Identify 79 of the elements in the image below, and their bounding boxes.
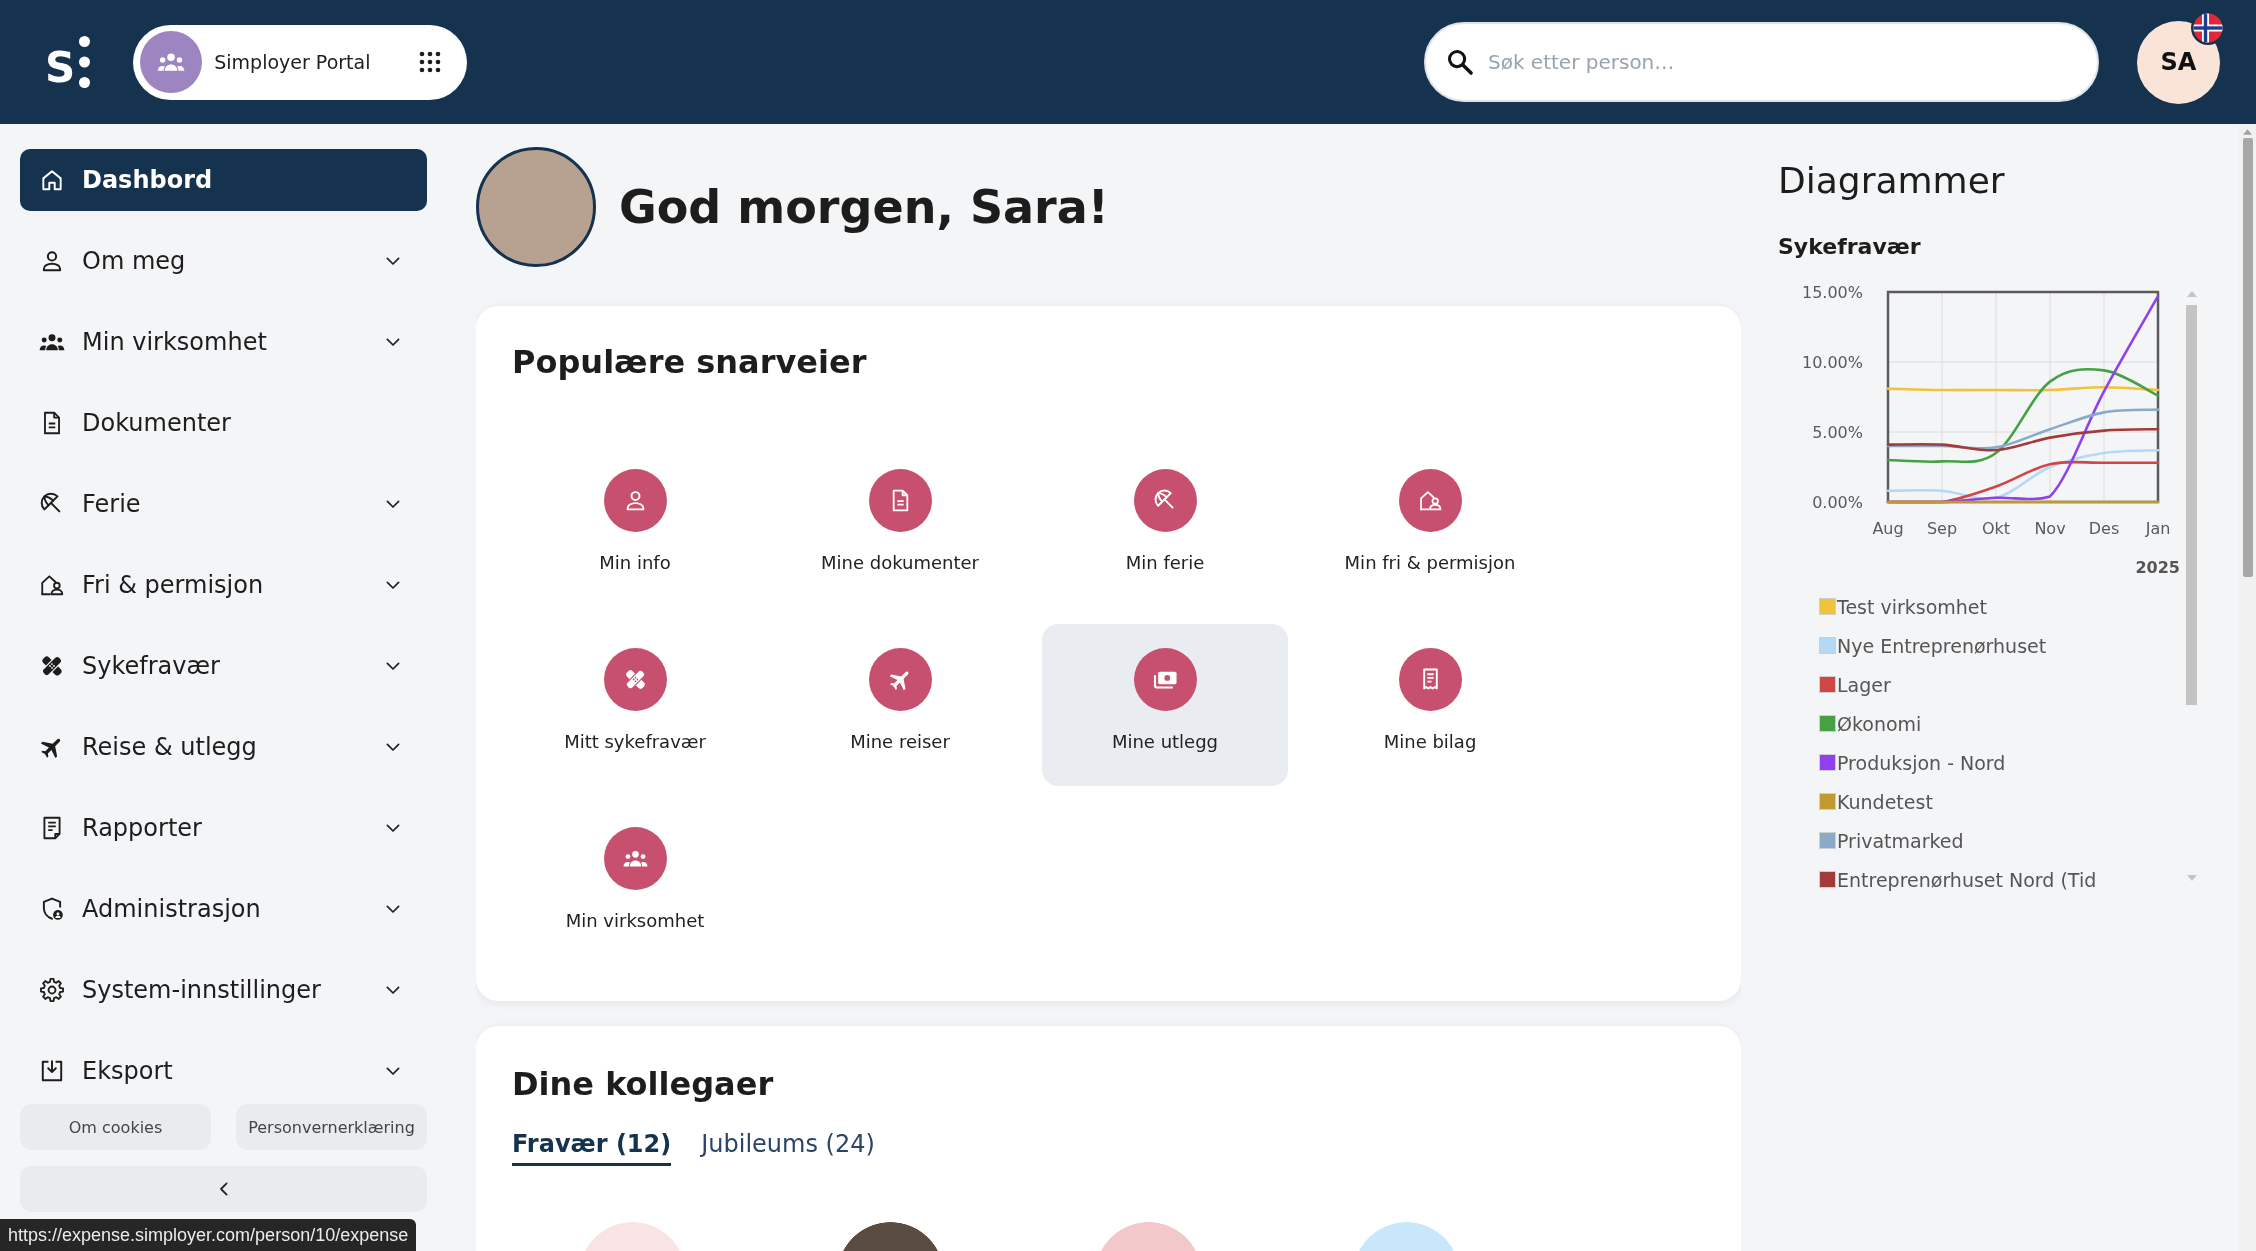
group-icon (140, 31, 203, 93)
scrollbar-thumb[interactable] (2186, 305, 2197, 705)
x-tick-label: Des (2088, 519, 2120, 538)
money-icon (1133, 648, 1197, 711)
caret-up-icon[interactable] (2243, 129, 2252, 135)
house-person-icon (39, 572, 65, 598)
receipt-icon (1398, 648, 1462, 711)
shortcut-tile[interactable]: Mine utlegg (1042, 624, 1288, 786)
flag-icon (2191, 10, 2225, 45)
shortcut-tile[interactable]: Mine bilag (1307, 624, 1553, 786)
logo-dots-icon (79, 36, 91, 88)
search-icon (1446, 48, 1474, 76)
group-icon (603, 827, 667, 890)
tab[interactable]: Fravær (12) (512, 1129, 672, 1166)
footer-link[interactable]: Om cookies (20, 1104, 211, 1150)
sidebar-item[interactable]: Min virksomhet (20, 311, 427, 373)
sidebar-item[interactable]: Administrasjon (20, 878, 427, 940)
x-tick-label: Aug (1872, 519, 1904, 538)
y-tick-label: 0.00% (1812, 492, 1863, 512)
sidebar-item[interactable]: Fri & permisjon (20, 554, 427, 616)
x-tick-label: Okt (1981, 519, 2011, 538)
shortcut-tile[interactable]: Min fri & permisjon (1307, 445, 1553, 607)
house-person-icon (1398, 469, 1462, 532)
home-icon (39, 167, 65, 193)
bandage-icon (603, 648, 667, 711)
scrollbar-thumb[interactable] (2242, 138, 2253, 577)
collapse-sidebar-button[interactable] (20, 1166, 427, 1212)
document-icon (868, 469, 932, 532)
shortcut-tile[interactable]: Mine dokumenter (777, 445, 1023, 607)
x-tick-label: Jan (2145, 519, 2171, 538)
chart-title: Sykefravær (1778, 234, 1921, 260)
sidebar-item[interactable]: Dashbord (20, 149, 427, 211)
y-tick-label: 10.00% (1802, 352, 1863, 372)
shortcut-tile[interactable]: Min virksomhet (512, 803, 758, 965)
tray-arrow-icon (39, 1058, 65, 1084)
sidebar-item[interactable]: System-innstillinger (20, 959, 427, 1021)
search-field[interactable]: Søk etter person… (1424, 22, 2099, 102)
sidebar-item[interactable]: Reise & utlegg (20, 716, 427, 778)
card-title: Dine kollegaer (512, 1064, 774, 1105)
logo-text: S (45, 47, 76, 89)
x-tick-label: Sep (1926, 519, 1958, 538)
caret-up-icon[interactable] (2186, 291, 2197, 297)
legend-label: Kundetest (1837, 790, 1933, 813)
shortcut-tile[interactable]: Mine reiser (777, 624, 1023, 786)
x-axis-label: 2025 (2135, 558, 2180, 577)
y-tick-label: 5.00% (1812, 422, 1863, 442)
gear-icon (39, 977, 65, 1003)
sidebar-item[interactable]: Rapporter (20, 797, 427, 859)
portal-switcher[interactable]: Simployer Portal (133, 24, 468, 100)
legend-label: Økonomi (1837, 712, 1922, 735)
sidebar-item[interactable]: Sykefravær (20, 635, 427, 697)
y-tick-label: 15.00% (1802, 282, 1863, 302)
status-bar-url: https://expense.simployer.com/person/10/expense (0, 1219, 417, 1251)
greeting-heading: God morgen, Sara! (619, 180, 1109, 234)
shortcut-tile[interactable]: Min info (512, 445, 758, 607)
user-avatar[interactable]: SA (2137, 20, 2220, 104)
shortcut-tile[interactable]: Min ferie (1042, 445, 1288, 607)
card-title: Populære snarveier (512, 342, 867, 383)
x-tick-label: Nov (2034, 519, 2066, 538)
sidebar-item[interactable]: Ferie (20, 473, 427, 535)
shortcut-tile[interactable]: Mitt sykefravær (512, 624, 758, 786)
legend-label: Test virksomhet (1837, 595, 1987, 618)
person-icon (603, 469, 667, 532)
legend-label: Nye Entreprenørhuset (1837, 634, 2047, 657)
sidebar-item[interactable]: Dokumenter (20, 392, 427, 454)
legend-label: Lager (1837, 673, 1891, 696)
sidebar-item[interactable]: Eksport (20, 1040, 427, 1102)
caret-down-icon[interactable] (2186, 875, 2197, 881)
umbrella-icon (1133, 469, 1197, 532)
panel-title: Diagrammer (1778, 159, 2005, 203)
legend-label: Entreprenørhuset Nord (Tid (1837, 868, 2097, 891)
airplane-icon (868, 648, 932, 711)
grid-icon (419, 51, 442, 73)
footer-link[interactable]: Personvernerklæring (236, 1104, 427, 1150)
legend-label: Produksjon - Nord (1837, 751, 2006, 774)
legend-label: Privatmarked (1837, 829, 1964, 852)
sidebar-item[interactable]: Om meg (20, 230, 427, 292)
tab[interactable]: Jubileums (24) (701, 1129, 875, 1166)
scrollbar[interactable] (2239, 124, 2256, 1251)
